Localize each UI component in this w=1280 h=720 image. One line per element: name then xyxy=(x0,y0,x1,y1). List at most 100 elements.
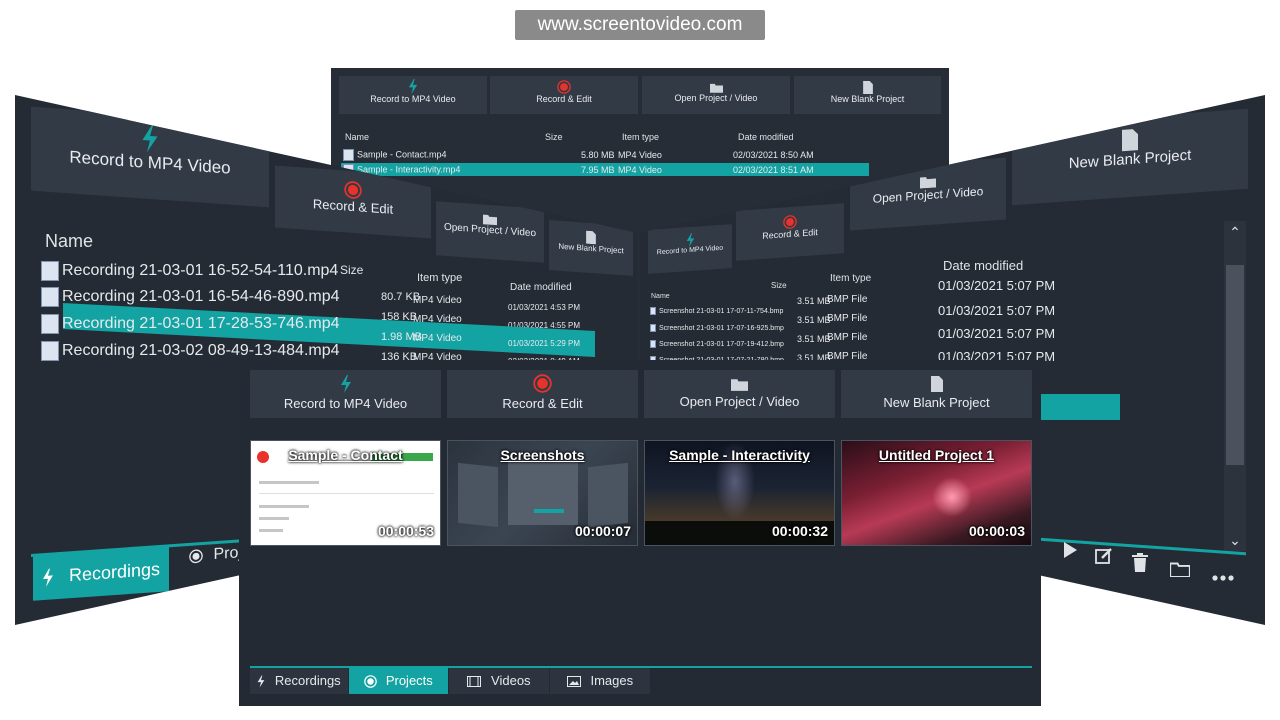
project-duration: 00:00:32 xyxy=(771,523,828,539)
tab-images[interactable]: Images xyxy=(550,668,650,694)
document-icon xyxy=(1122,129,1138,152)
folder-icon xyxy=(920,177,936,189)
video-file-icon xyxy=(41,314,59,334)
project-thumbnail[interactable]: Sample - Interactivity 00:00:32 xyxy=(644,440,835,546)
record-mp4-button[interactable]: Record to MP4 Video xyxy=(648,224,732,274)
open-project-button[interactable]: Open Project / Video xyxy=(642,76,790,114)
new-blank-button[interactable]: New Blank Project xyxy=(1012,108,1248,206)
column-name[interactable]: Name xyxy=(345,132,369,142)
new-blank-button[interactable]: New Blank Project xyxy=(841,370,1032,418)
file-name: Sample - Interactivity.mp4 xyxy=(357,164,461,175)
record-edit-label: Record & Edit xyxy=(502,396,583,411)
project-duration: 00:00:53 xyxy=(377,523,434,539)
scrollbar[interactable]: ⌃ ⌄ xyxy=(1224,221,1246,551)
new-blank-label: New Blank Project xyxy=(883,395,990,410)
project-thumbnail[interactable]: Screenshots 00:00:07 xyxy=(447,440,638,546)
lightning-icon xyxy=(257,675,265,688)
column-size[interactable]: Size xyxy=(771,281,787,290)
file-name: Recording 21-03-01 16-54-46-890.mp4 xyxy=(62,288,340,306)
record-mp4-button[interactable]: Record to MP4 Video xyxy=(250,370,441,418)
open-project-label: Open Project / Video xyxy=(679,394,800,409)
preview-line xyxy=(259,505,309,508)
record-edit-label: Record & Edit xyxy=(762,227,818,241)
column-size[interactable]: Size xyxy=(340,263,363,277)
document-icon xyxy=(586,230,596,245)
file-date: 01/03/2021 5:29 PM xyxy=(508,339,581,348)
column-item-type[interactable]: Item type xyxy=(830,273,871,284)
file-name: Recording 21-03-01 17-28-53-746.mp4 xyxy=(62,315,340,333)
scroll-down-icon[interactable]: ⌄ xyxy=(1224,529,1246,551)
project-duration: 00:00:03 xyxy=(968,523,1025,539)
file-date: 02/03/2021 8:51 AM xyxy=(733,165,814,175)
scroll-up-icon[interactable]: ⌃ xyxy=(1224,221,1246,243)
record-edit-button[interactable]: Record & Edit xyxy=(447,370,638,418)
scrollbar-thumb[interactable] xyxy=(1226,265,1244,465)
new-blank-button[interactable]: New Blank Project xyxy=(794,76,941,114)
lightning-icon xyxy=(42,568,53,588)
edit-icon[interactable] xyxy=(1095,547,1113,565)
more-icon[interactable] xyxy=(1212,575,1234,581)
tab-label: Videos xyxy=(491,673,531,688)
image-file-icon xyxy=(650,324,656,332)
lightning-icon xyxy=(142,125,158,153)
tab-recordings[interactable]: Recordings xyxy=(33,545,169,601)
open-project-label: Open Project / Video xyxy=(674,93,758,103)
folder-icon[interactable] xyxy=(1170,561,1190,577)
record-mp4-button[interactable]: Record to MP4 Video xyxy=(31,106,269,208)
file-type: MP4 Video xyxy=(618,150,662,160)
lightning-icon xyxy=(686,233,694,247)
file-name: Screenshot 21-03-01 17-07-16-925.bmp xyxy=(659,324,784,332)
file-type: BMP File xyxy=(827,332,868,343)
preview-panel xyxy=(508,459,578,525)
open-project-label: Open Project / Video xyxy=(872,184,984,206)
preview-line xyxy=(259,517,289,520)
image-file-icon xyxy=(650,307,656,315)
project-thumbnail[interactable]: Sample - Contact 00:00:53 xyxy=(250,440,441,546)
file-name: Recording 21-03-02 08-49-13-484.mp4 xyxy=(62,342,340,360)
project-thumbnail[interactable]: Untitled Project 1 00:00:03 xyxy=(841,440,1032,546)
image-icon xyxy=(566,676,581,688)
column-item-type[interactable]: Item type xyxy=(417,272,462,284)
column-name[interactable]: Name xyxy=(45,231,93,252)
record-icon xyxy=(344,181,362,199)
folder-icon xyxy=(731,379,748,391)
open-project-button[interactable]: Open Project / Video xyxy=(436,201,544,263)
column-date-modified[interactable]: Date modified xyxy=(738,132,794,142)
website-url-badge: www.screentovideo.com xyxy=(515,10,765,40)
record-edit-label: Record & Edit xyxy=(312,196,394,217)
project-icon xyxy=(189,549,203,563)
file-size: 7.95 MB xyxy=(581,165,615,175)
record-edit-button[interactable]: Record & Edit xyxy=(490,76,638,114)
tab-recordings[interactable]: Recordings xyxy=(250,668,348,694)
column-size[interactable]: Size xyxy=(545,132,563,142)
column-item-type[interactable]: Item type xyxy=(622,132,659,142)
file-size: 3.51 MB xyxy=(797,315,831,325)
video-file-icon xyxy=(343,149,354,161)
record-icon xyxy=(783,215,797,229)
file-name: Recording 21-03-01 16-52-54-110.mp4 xyxy=(62,262,339,280)
new-blank-label: New Blank Project xyxy=(558,241,624,256)
record-mp4-button[interactable]: Record to MP4 Video xyxy=(339,76,487,114)
lightning-icon xyxy=(408,79,418,94)
file-date: 01/03/2021 5:07 PM xyxy=(938,326,1056,341)
play-icon[interactable] xyxy=(1062,541,1078,559)
file-type: MP4 Video xyxy=(413,295,462,306)
record-icon xyxy=(557,80,571,94)
delete-icon[interactable] xyxy=(1132,553,1148,572)
record-edit-label: Record & Edit xyxy=(536,94,592,104)
tab-videos[interactable]: Videos xyxy=(449,668,549,694)
preview-panel xyxy=(458,462,498,528)
column-date-modified[interactable]: Date modified xyxy=(943,258,1023,273)
image-file-icon xyxy=(650,340,656,348)
file-date: 01/03/2021 5:07 PM xyxy=(938,303,1056,318)
open-project-button[interactable]: Open Project / Video xyxy=(644,370,835,418)
project-title: Untitled Project 1 xyxy=(878,447,995,463)
projects-window: Record to MP4 Video Record & Edit Open P… xyxy=(239,360,1041,706)
file-date: 02/03/2021 8:50 AM xyxy=(733,150,814,160)
column-date-modified[interactable]: Date modified xyxy=(510,282,572,293)
record-edit-button[interactable]: Record & Edit xyxy=(736,203,844,261)
tab-projects[interactable]: Projects xyxy=(349,668,448,694)
column-name[interactable]: Name xyxy=(651,293,670,300)
file-name: Screenshot 21-03-01 17-07-11-754.bmp xyxy=(659,307,784,315)
preview-line xyxy=(259,481,319,484)
